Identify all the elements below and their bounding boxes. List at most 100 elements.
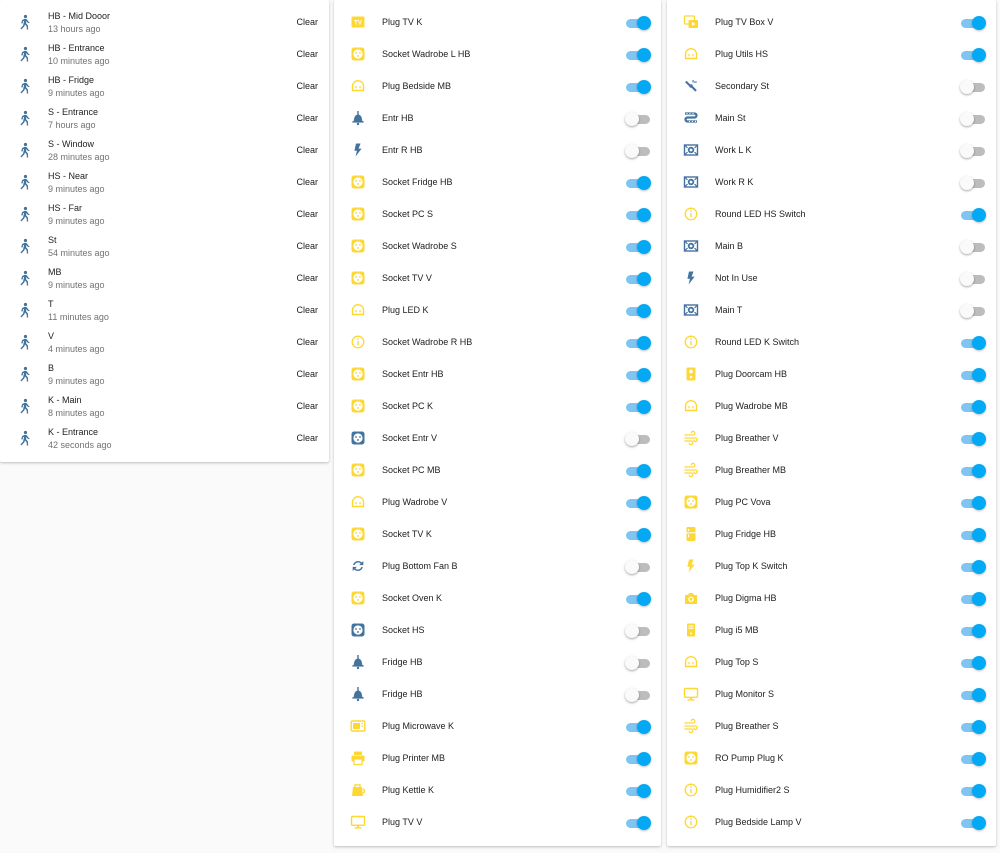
switch-name[interactable]: Socket TV V xyxy=(382,273,432,283)
toggle-switch[interactable] xyxy=(625,144,651,158)
toggle-switch[interactable] xyxy=(625,80,651,94)
toggle-switch[interactable] xyxy=(625,208,651,222)
switch-name[interactable]: RO Pump Plug K xyxy=(715,753,784,763)
info-circle-icon[interactable] xyxy=(350,334,366,350)
power-socket-icon[interactable] xyxy=(683,46,699,62)
socket-icon[interactable] xyxy=(350,238,366,254)
sync-icon[interactable] xyxy=(350,558,366,574)
switch-name[interactable]: Plug Fridge HB xyxy=(715,529,776,539)
led-strip-icon[interactable] xyxy=(683,110,699,126)
motion-sensor-row[interactable]: HS - Near 9 minutes ago Clear xyxy=(0,166,329,198)
toggle-switch[interactable] xyxy=(625,464,651,478)
motion-sensor-row[interactable]: HB - Entrance 10 minutes ago Clear xyxy=(0,38,329,70)
switch-name[interactable]: Plug Microwave K xyxy=(382,721,454,731)
fridge-icon[interactable] xyxy=(683,526,699,542)
switch-name[interactable]: Socket Entr V xyxy=(382,433,437,443)
switch-name[interactable]: Secondary St xyxy=(715,81,769,91)
socket-icon[interactable] xyxy=(350,430,366,446)
switch-name[interactable]: Round LED K Switch xyxy=(715,337,799,347)
ceiling-light-icon[interactable] xyxy=(350,110,366,126)
toggle-switch[interactable] xyxy=(960,720,986,734)
switch-name[interactable]: Plug Digma HB xyxy=(715,593,777,603)
motion-sensor-row[interactable]: S - Entrance 7 hours ago Clear xyxy=(0,102,329,134)
switch-name[interactable]: Plug Utils HS xyxy=(715,49,768,59)
motion-sensor-row[interactable]: St 54 minutes ago Clear xyxy=(0,230,329,262)
toggle-switch[interactable] xyxy=(960,816,986,830)
toggle-switch[interactable] xyxy=(625,48,651,62)
switch-name[interactable]: Plug i5 MB xyxy=(715,625,759,635)
camera-icon[interactable] xyxy=(683,590,699,606)
ceiling-light-icon[interactable] xyxy=(350,686,366,702)
switch-name[interactable]: Entr HB xyxy=(382,113,414,123)
socket-icon[interactable] xyxy=(683,750,699,766)
switch-name[interactable]: Plug Monitor S xyxy=(715,689,774,699)
motion-sensor-row[interactable]: T 11 minutes ago Clear xyxy=(0,294,329,326)
socket-icon[interactable] xyxy=(350,622,366,638)
switch-name[interactable]: Plug Printer MB xyxy=(382,753,445,763)
switch-name[interactable]: Plug Top S xyxy=(715,657,758,667)
socket-icon[interactable] xyxy=(350,398,366,414)
motion-sensor-row[interactable]: S - Window 28 minutes ago Clear xyxy=(0,134,329,166)
toggle-switch[interactable] xyxy=(960,176,986,190)
toggle-switch[interactable] xyxy=(960,432,986,446)
switch-name[interactable]: Plug Breather MB xyxy=(715,465,786,475)
switch-name[interactable]: Socket Oven K xyxy=(382,593,442,603)
socket-icon[interactable] xyxy=(350,206,366,222)
switch-name[interactable]: Plug TV Box V xyxy=(715,17,773,27)
switch-name[interactable]: Socket Wadrobe S xyxy=(382,241,457,251)
toggle-switch[interactable] xyxy=(625,112,651,126)
switch-name[interactable]: Plug Breather V xyxy=(715,433,779,443)
toggle-switch[interactable] xyxy=(625,592,651,606)
toggle-switch[interactable] xyxy=(625,272,651,286)
power-socket-icon[interactable] xyxy=(350,302,366,318)
switch-name[interactable]: Socket PC S xyxy=(382,209,433,219)
motion-sensor-row[interactable]: MB 9 minutes ago Clear xyxy=(0,262,329,294)
toggle-switch[interactable] xyxy=(960,304,986,318)
monitor-icon[interactable] xyxy=(683,686,699,702)
toggle-switch[interactable] xyxy=(960,208,986,222)
switch-name[interactable]: Plug Doorcam HB xyxy=(715,369,787,379)
switch-name[interactable]: Work L K xyxy=(715,145,752,155)
switch-name[interactable]: Plug Wadrobe V xyxy=(382,497,447,507)
motion-sensor-row[interactable]: K - Main 8 minutes ago Clear xyxy=(0,390,329,422)
switch-name[interactable]: Plug Breather S xyxy=(715,721,779,731)
switch-name[interactable]: Socket Wadrobe R HB xyxy=(382,337,472,347)
socket-icon[interactable] xyxy=(350,174,366,190)
light-panel-icon[interactable] xyxy=(683,302,699,318)
socket-icon[interactable] xyxy=(350,270,366,286)
toggle-switch[interactable] xyxy=(960,624,986,638)
switch-name[interactable]: Main T xyxy=(715,305,742,315)
switch-name[interactable]: Plug LED K xyxy=(382,305,429,315)
switch-name[interactable]: Not In Use xyxy=(715,273,758,283)
spotlight-icon[interactable] xyxy=(683,78,699,94)
toggle-switch[interactable] xyxy=(960,752,986,766)
switch-name[interactable]: Socket TV K xyxy=(382,529,432,539)
printer-icon[interactable] xyxy=(350,750,366,766)
air-flow-icon[interactable] xyxy=(683,718,699,734)
switch-name[interactable]: Fridge HB xyxy=(382,689,423,699)
microwave-icon[interactable] xyxy=(350,718,366,734)
switch-name[interactable]: Entr R HB xyxy=(382,145,423,155)
toggle-switch[interactable] xyxy=(960,240,986,254)
monitor-icon[interactable] xyxy=(350,814,366,830)
socket-icon[interactable] xyxy=(350,590,366,606)
switch-name[interactable]: Work R K xyxy=(715,177,753,187)
switch-name[interactable]: Plug TV V xyxy=(382,817,422,827)
toggle-switch[interactable] xyxy=(960,368,986,382)
toggle-switch[interactable] xyxy=(960,688,986,702)
socket-icon[interactable] xyxy=(350,46,366,62)
socket-icon[interactable] xyxy=(350,366,366,382)
desktop-tower-icon[interactable] xyxy=(683,622,699,638)
flash-icon[interactable] xyxy=(683,270,699,286)
switch-name[interactable]: Socket PC K xyxy=(382,401,433,411)
toggle-switch[interactable] xyxy=(960,144,986,158)
light-panel-icon[interactable] xyxy=(683,174,699,190)
toggle-switch[interactable] xyxy=(625,16,651,30)
power-socket-icon[interactable] xyxy=(350,78,366,94)
light-panel-icon[interactable] xyxy=(683,142,699,158)
toggle-switch[interactable] xyxy=(960,464,986,478)
flash-icon[interactable] xyxy=(683,558,699,574)
switch-name[interactable]: Plug Kettle K xyxy=(382,785,434,795)
switch-name[interactable]: Round LED HS Switch xyxy=(715,209,806,219)
motion-sensor-row[interactable]: V 4 minutes ago Clear xyxy=(0,326,329,358)
